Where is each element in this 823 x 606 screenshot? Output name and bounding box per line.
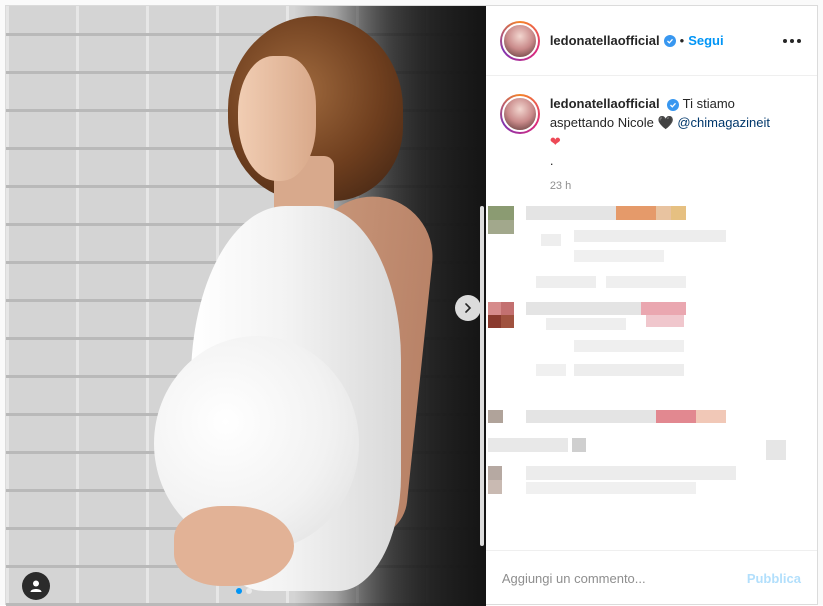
avatar-image: [501, 96, 538, 132]
post-side-panel: ledonatellaofficial • Segui ledonatellao…: [485, 6, 817, 606]
carousel-next-button[interactable]: [455, 295, 481, 321]
caption-mention-link[interactable]: @chimagazineit: [677, 115, 770, 130]
carousel-indicator: [236, 588, 252, 594]
avatar-image: [501, 22, 538, 59]
carousel-dot-1: [236, 588, 242, 594]
subject-hand: [174, 506, 294, 586]
publish-button[interactable]: Pubblica: [747, 571, 801, 586]
post-modal: ledonatellaofficial • Segui ledonatellao…: [5, 5, 818, 606]
subject-face: [238, 56, 316, 181]
photo-subject: [6, 6, 486, 606]
comment-blurred-2: [486, 302, 786, 412]
more-dot-icon: [790, 38, 794, 43]
verified-badge-icon: [667, 99, 680, 111]
post-photo[interactable]: [6, 6, 486, 606]
follow-button[interactable]: Segui: [688, 33, 723, 48]
post-header: ledonatellaofficial • Segui: [485, 6, 817, 76]
page-background: ledonatellaofficial • Segui ledonatellao…: [0, 0, 823, 606]
caption-author-avatar[interactable]: [499, 94, 540, 134]
caption-text: ledonatellaofficial Ti stiamo aspettando…: [550, 94, 785, 170]
verified-badge-icon: [663, 34, 676, 47]
caption-username[interactable]: ledonatellaofficial: [550, 96, 660, 111]
comment-input[interactable]: [501, 571, 747, 586]
caption-timestamp[interactable]: 23 h: [550, 180, 801, 192]
comments-scrollbar[interactable]: [480, 206, 484, 546]
more-dot-icon: [783, 38, 787, 43]
post-caption: ledonatellaofficial Ti stiamo aspettando…: [499, 94, 801, 170]
comment-blurred-1: [486, 206, 786, 306]
carousel-dot-2: [246, 588, 252, 594]
comment-composer: Pubblica: [485, 550, 817, 606]
black-heart-emoji: 🖤: [657, 115, 674, 130]
chevron-right-icon: [465, 303, 472, 313]
caption-dot: .: [549, 153, 554, 168]
more-dot-icon: [797, 38, 801, 43]
comment-blurred-3: [486, 410, 786, 510]
tagged-users-button[interactable]: [22, 572, 50, 600]
comments-section: ledonatellaofficial Ti stiamo aspettando…: [486, 76, 817, 550]
header-separator: •: [679, 33, 685, 48]
more-options-button[interactable]: [783, 38, 801, 43]
red-heart-emoji: ❤: [549, 134, 561, 149]
author-username[interactable]: ledonatellaofficial: [550, 33, 660, 48]
author-avatar[interactable]: [499, 20, 540, 61]
user-icon: [30, 580, 42, 592]
